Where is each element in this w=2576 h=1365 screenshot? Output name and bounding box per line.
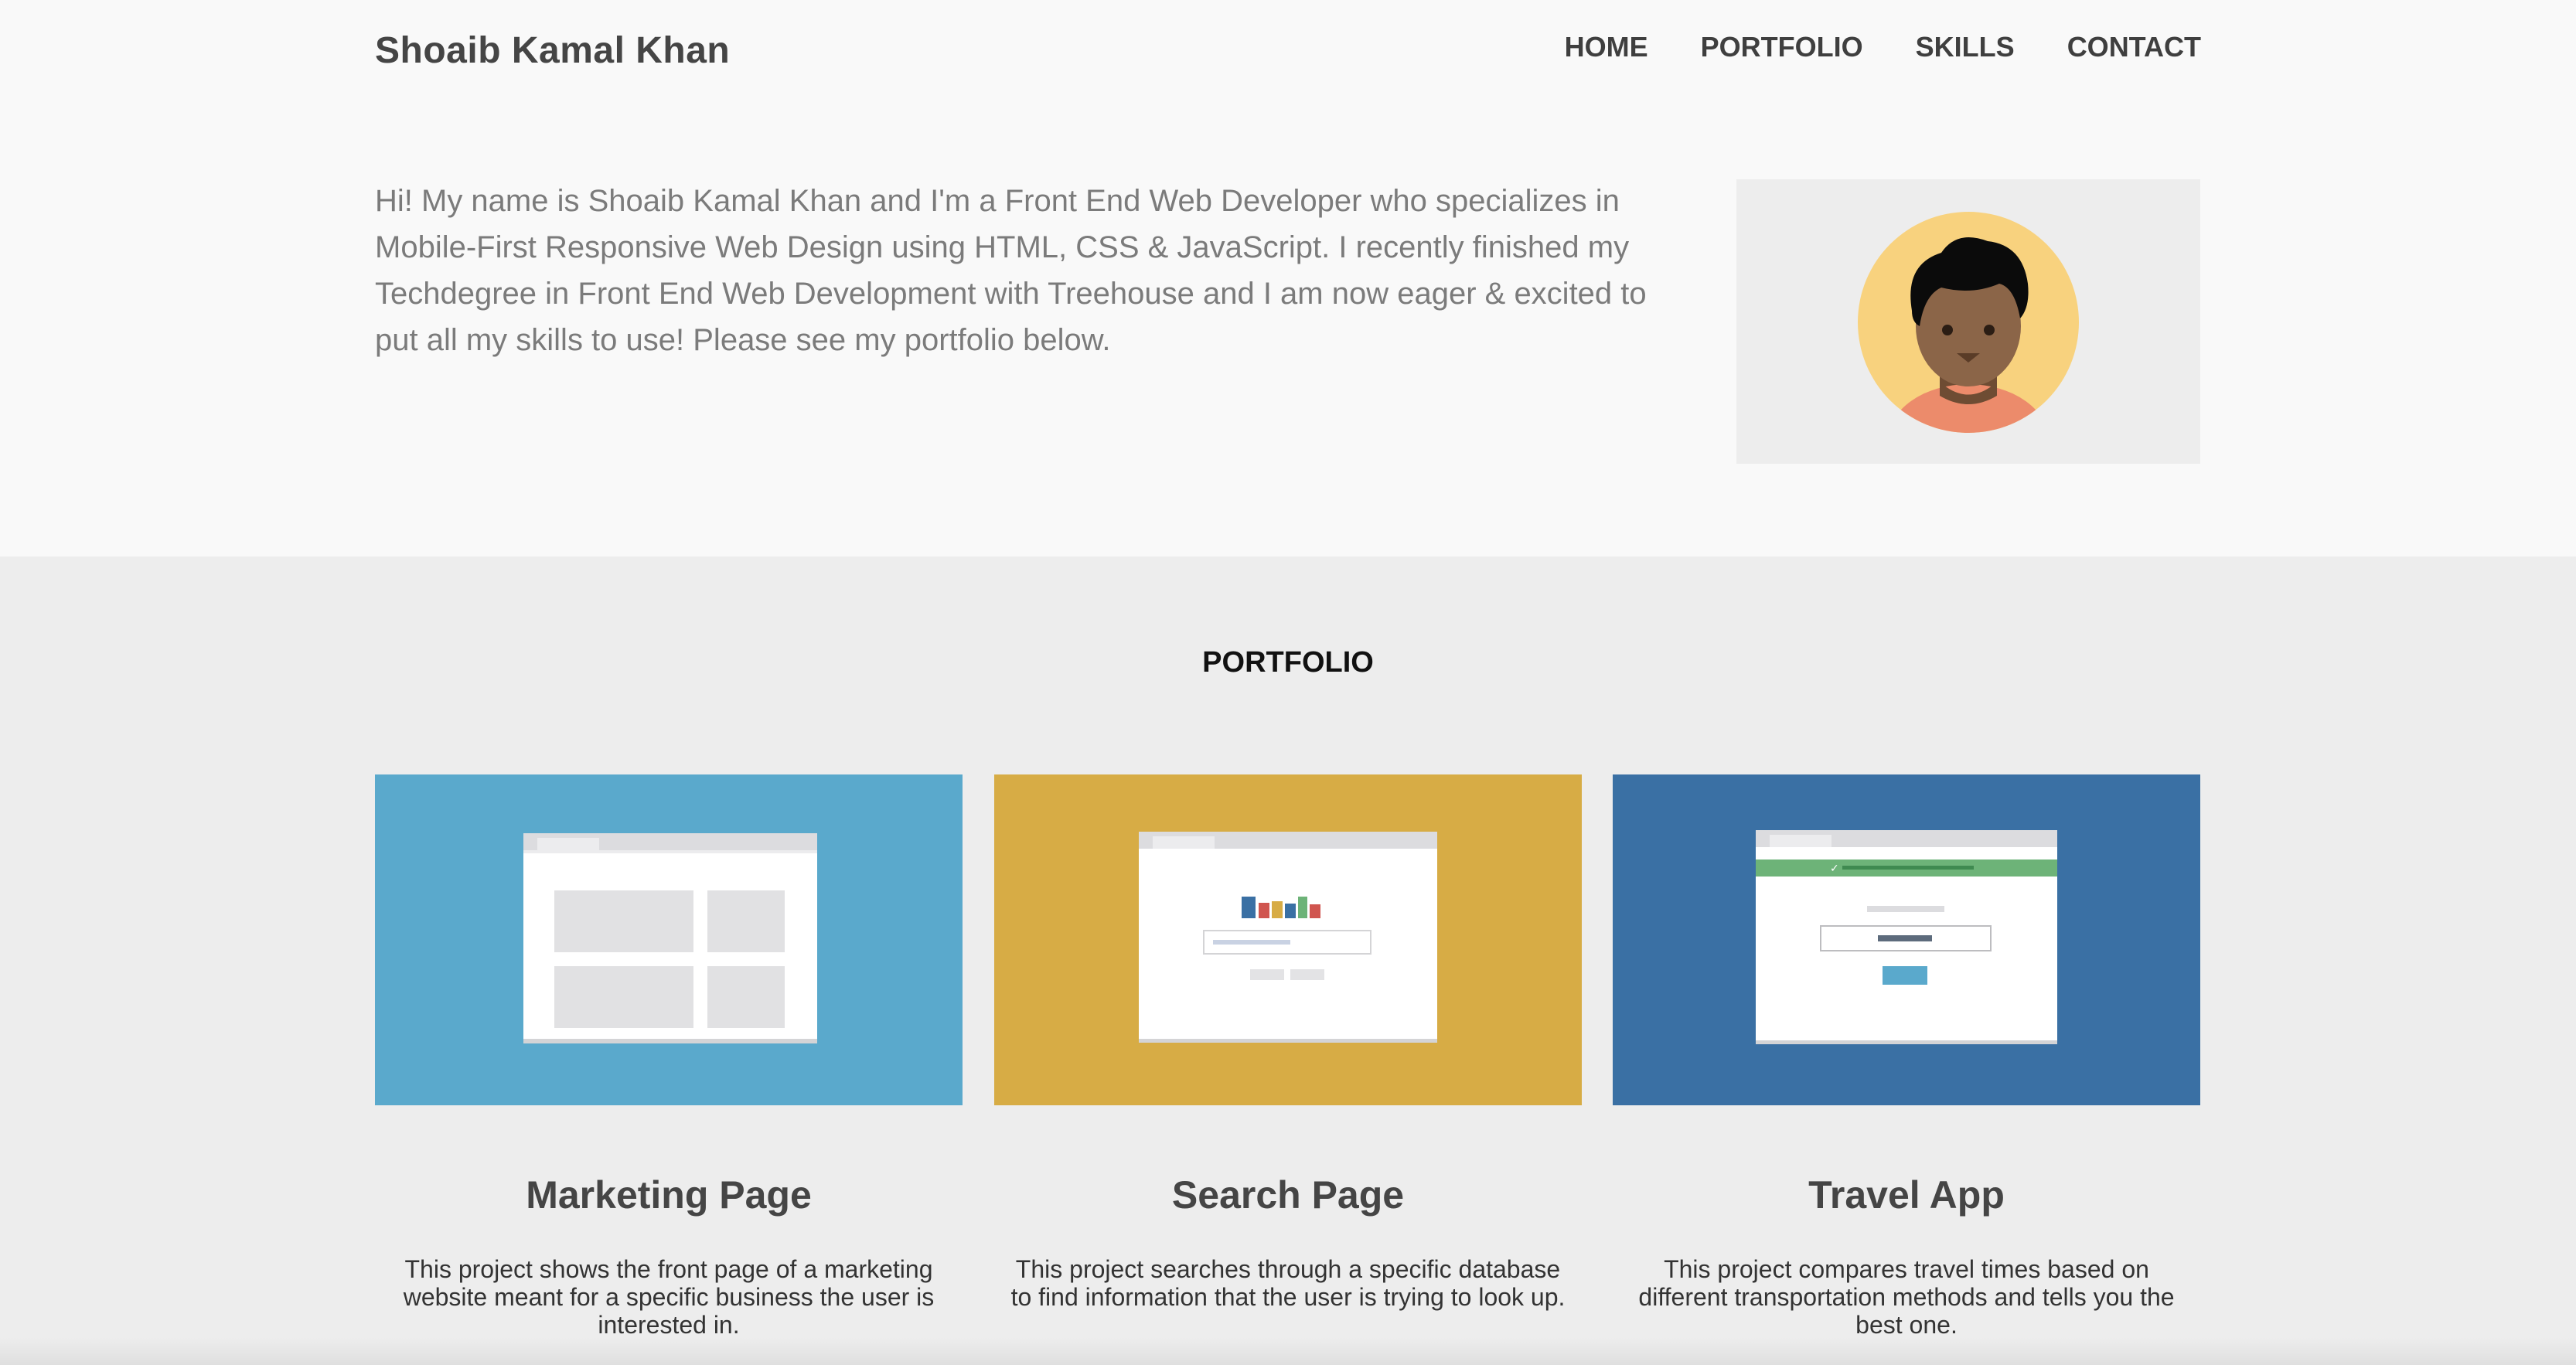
browser-mockup-icon: ✓: [1756, 830, 2057, 1044]
project-title[interactable]: Search Page: [994, 1173, 1582, 1217]
project-thumbnail[interactable]: [994, 774, 1582, 1105]
browser-mockup-icon: [523, 833, 817, 1043]
project-card-marketing[interactable]: Marketing Page This project shows the fr…: [375, 774, 963, 1339]
project-description: This project searches through a specific…: [1010, 1255, 1566, 1311]
project-description: This project compares travel times based…: [1638, 1255, 2175, 1339]
main-nav: HOME PORTFOLIO SKILLS CONTACT: [1565, 31, 2201, 63]
project-card-search[interactable]: Search Page This project searches throug…: [994, 774, 1582, 1311]
project-description: This project shows the front page of a m…: [403, 1255, 935, 1339]
browser-mockup-icon: [1139, 832, 1437, 1043]
project-thumbnail[interactable]: ✓: [1613, 774, 2200, 1105]
intro-text: Hi! My name is Shoaib Kamal Khan and I'm…: [375, 184, 1647, 357]
nav-portfolio[interactable]: PORTFOLIO: [1701, 31, 1863, 63]
portfolio-title: PORTFOLIO: [1202, 646, 1374, 679]
nav-contact[interactable]: CONTACT: [2067, 31, 2201, 63]
header-section: Shoaib Kamal Khan HOME PORTFOLIO SKILLS …: [0, 0, 2576, 557]
project-thumbnail[interactable]: [375, 774, 963, 1105]
project-title[interactable]: Marketing Page: [375, 1173, 963, 1217]
avatar-box: [1736, 179, 2200, 464]
nav-skills[interactable]: SKILLS: [1916, 31, 2015, 63]
page-bottom-shadow: [0, 1337, 2576, 1365]
svg-text:✓: ✓: [1830, 863, 1839, 875]
project-card-travel[interactable]: ✓ Travel App This project compares trave…: [1613, 774, 2200, 1339]
site-brand[interactable]: Shoaib Kamal Khan: [375, 29, 730, 72]
nav-home[interactable]: HOME: [1565, 31, 1648, 63]
project-title[interactable]: Travel App: [1613, 1173, 2200, 1217]
person-avatar-icon: [1858, 212, 2079, 433]
